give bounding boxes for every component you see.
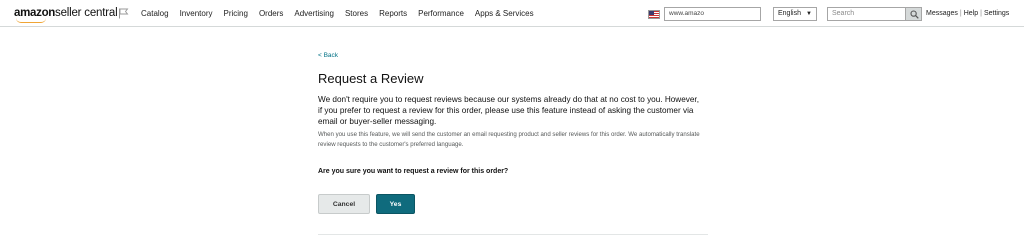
main-navigation: Catalog Inventory Pricing Orders Adverti… — [141, 8, 545, 20]
nav-item-performance[interactable]: Performance — [418, 8, 464, 20]
review-note: When you use this feature, we will send … — [318, 131, 700, 148]
page-title: Request a Review — [318, 71, 424, 86]
flag-icon[interactable] — [118, 8, 129, 19]
messages-link[interactable]: Messages — [926, 10, 958, 17]
yes-button[interactable]: Yes — [376, 194, 415, 214]
amazon-seller-central-logo[interactable]: amazonseller central — [14, 6, 118, 23]
chevron-down-icon: ▼ — [806, 11, 812, 17]
nav-item-reports[interactable]: Reports — [379, 8, 407, 20]
top-navigation-bar: amazonseller central Catalog Inventory P… — [0, 0, 1024, 27]
link-separator: | — [980, 10, 982, 17]
search-icon — [910, 10, 919, 19]
nav-item-orders[interactable]: Orders — [259, 8, 283, 20]
confirmation-question: Are you sure you want to request a revie… — [318, 168, 509, 175]
back-link[interactable]: < Back — [318, 52, 338, 59]
nav-item-catalog[interactable]: Catalog — [141, 8, 169, 20]
nav-item-stores[interactable]: Stores — [345, 8, 368, 20]
nav-item-apps-services[interactable]: Apps & Services — [475, 8, 534, 20]
language-selected-value: English — [778, 10, 801, 17]
marketplace-url-field[interactable]: www.amazo — [664, 7, 761, 21]
language-select[interactable]: English ▼ — [773, 7, 817, 21]
nav-item-pricing[interactable]: Pricing — [223, 8, 247, 20]
search-input[interactable]: Search — [827, 7, 906, 21]
settings-link[interactable]: Settings — [984, 10, 1009, 17]
help-link[interactable]: Help — [964, 10, 978, 17]
logo-product: seller central — [55, 7, 118, 19]
search-button[interactable] — [905, 7, 922, 21]
us-flag-icon[interactable] — [648, 10, 660, 19]
logo-smile-icon — [16, 18, 46, 23]
nav-item-inventory[interactable]: Inventory — [180, 8, 213, 20]
review-explanation: We don't require you to request reviews … — [318, 95, 699, 126]
link-separator: | — [959, 10, 962, 17]
nav-item-advertising[interactable]: Advertising — [294, 8, 334, 20]
cancel-button[interactable]: Cancel — [318, 194, 370, 214]
bottom-divider — [318, 234, 708, 235]
header-links: Messages | Help | Settings — [926, 9, 1009, 19]
